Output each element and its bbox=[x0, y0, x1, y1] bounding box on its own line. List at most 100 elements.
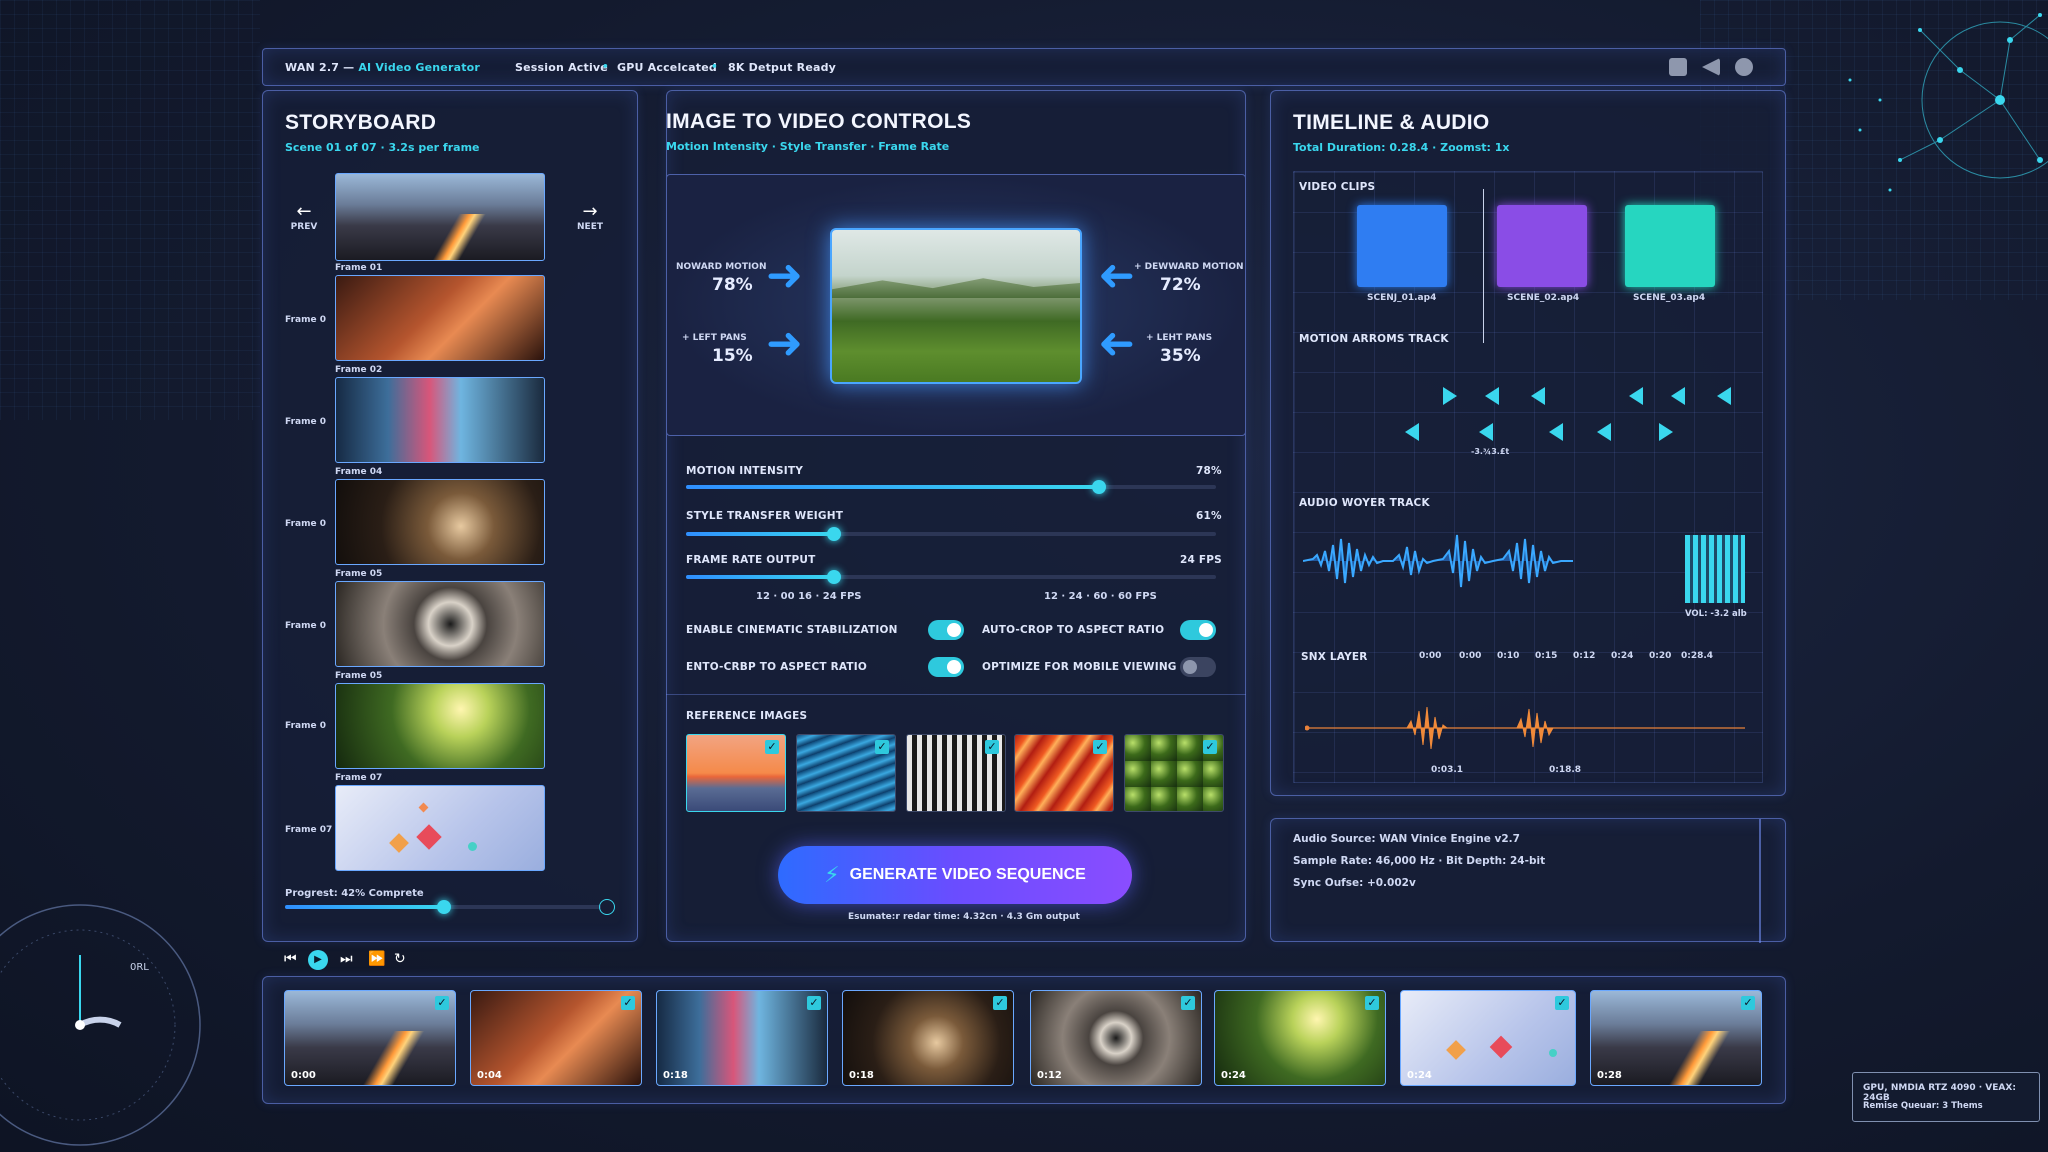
storyboard-frame-1[interactable] bbox=[335, 173, 545, 261]
prev-button[interactable]: ← PREV bbox=[289, 201, 319, 232]
filmstrip-frame-8[interactable]: ✓ 0:28 bbox=[1590, 990, 1762, 1086]
check-icon: ✓ bbox=[1741, 996, 1755, 1010]
motion-marker: -3.¾3.£t bbox=[1471, 447, 1510, 456]
toggle-stabilization-label: ENABLE CINEMATIC STABILIZATION bbox=[686, 624, 898, 636]
reference-image-bokeh[interactable]: ✓ bbox=[1124, 734, 1224, 812]
tick: 0:15 bbox=[1535, 651, 1558, 661]
filmstrip-frame-3[interactable]: ✓ 0:18 bbox=[656, 990, 828, 1086]
reference-image-water[interactable]: ✓ bbox=[796, 734, 896, 812]
motion-right-2-value: 35% bbox=[1160, 346, 1201, 366]
filmstrip-frame-1[interactable]: ✓ 0:00 bbox=[284, 990, 456, 1086]
storyboard-frame-3[interactable] bbox=[335, 377, 545, 463]
filmstrip-frame-5[interactable]: ✓ 0:12 bbox=[1030, 990, 1202, 1086]
loop-icon[interactable]: ↻ bbox=[394, 951, 406, 967]
motion-left-2-value: 15% bbox=[712, 346, 753, 366]
toggle-autocrop-label: AUTO-CROP TO ASPECT RATIO bbox=[982, 624, 1165, 636]
audio-source: Audio Source: WAN Vinice Engine v2.7 bbox=[1293, 833, 1520, 845]
clip-2[interactable] bbox=[1497, 205, 1587, 287]
fast-forward-icon[interactable]: ⏩ bbox=[368, 951, 385, 967]
play-button[interactable]: ▶ bbox=[308, 950, 328, 970]
reference-image-pattern[interactable]: ✓ bbox=[906, 734, 1006, 812]
next-button[interactable]: → NEET bbox=[575, 201, 605, 232]
storyboard-panel: STORYBOARD Scene 01 of 07 · 3.2s per fra… bbox=[262, 90, 638, 942]
playhead[interactable] bbox=[1483, 189, 1484, 343]
slider-motion-value: 78% bbox=[1196, 465, 1222, 477]
arrow-right-icon: → bbox=[582, 201, 598, 222]
timeline-title: TIMELINE & AUDIO bbox=[1293, 111, 1490, 134]
reference-image-abstract[interactable]: ✓ bbox=[1014, 734, 1114, 812]
gpu-status: GPU, NMDIA RTZ 4090 · VEAX: 24GB Remise … bbox=[1852, 1072, 2040, 1122]
motion-left-2-label: + LEFT PANS bbox=[682, 333, 747, 343]
network-graphic bbox=[1848, 13, 2048, 192]
audio-info-panel: Audio Source: WAN Vinice Engine v2.7 Sam… bbox=[1270, 818, 1786, 943]
rewind-icon[interactable]: ⏮ bbox=[284, 951, 297, 967]
check-icon: ✓ bbox=[1093, 740, 1107, 754]
divider bbox=[666, 694, 1246, 695]
generate-button[interactable]: ⚡ GENERATE VIDEO SEQUENCE bbox=[778, 846, 1132, 904]
slider-fps-label: FRAME RATE OUTPUT bbox=[686, 554, 816, 566]
estimate-text: Esumate:r redar time: 4.32cn · 4.3 Gm ou… bbox=[848, 912, 1080, 922]
preview-image[interactable] bbox=[830, 228, 1082, 384]
reference-image-sunset[interactable]: ✓ bbox=[686, 734, 786, 812]
check-icon: ✓ bbox=[621, 996, 635, 1010]
tick: 0:20 bbox=[1649, 651, 1672, 661]
step-forward-icon[interactable]: ⏭ bbox=[340, 951, 353, 967]
sfx-marker-1: 0:03.1 bbox=[1431, 765, 1464, 775]
arrow-right-icon: ➜ bbox=[766, 318, 803, 369]
window-icon[interactable] bbox=[1669, 58, 1687, 76]
storyboard-frame-4[interactable] bbox=[335, 479, 545, 565]
scrollbar[interactable] bbox=[1759, 819, 1761, 943]
check-icon: ✓ bbox=[993, 996, 1007, 1010]
audio-sample-rate: Sample Rate: 46,000 Hz · Bit Depth: 24-b… bbox=[1293, 855, 1546, 867]
storyboard-frame-6[interactable] bbox=[335, 683, 545, 769]
sfx-waveform bbox=[1305, 706, 1745, 750]
slider-fps-fill bbox=[686, 575, 835, 579]
toggle-entocrop[interactable] bbox=[928, 657, 964, 677]
status-session: Session Active bbox=[515, 61, 608, 74]
filmstrip-frame-6[interactable]: ✓ 0:24 bbox=[1214, 990, 1386, 1086]
check-icon: ✓ bbox=[875, 740, 889, 754]
compass-icon[interactable] bbox=[599, 899, 615, 915]
timeline-subtitle: Total Duration: 0.28.4 · Zoomst: 1x bbox=[1293, 141, 1510, 154]
filmstrip-frame-7[interactable]: ✓ 0:24 bbox=[1400, 990, 1576, 1086]
background-grid-left bbox=[0, 0, 260, 420]
slider-style-label: STYLE TRANSFER WEIGHT bbox=[686, 510, 844, 522]
toggle-mobile[interactable] bbox=[1180, 657, 1216, 677]
motion-track-label: MOTION ARROMS TRACK bbox=[1299, 333, 1449, 345]
toggle-autocrop[interactable] bbox=[1180, 620, 1216, 640]
motion-right-1-value: 72% bbox=[1160, 275, 1201, 295]
toggle-mobile-label: OPTIMIZE FOR MOBILE VIEWING bbox=[982, 661, 1177, 673]
top-bar: WAN 2.7 — AI Video Generator Session Act… bbox=[262, 48, 1786, 86]
filmstrip-frame-2[interactable]: ✓ 0:04 bbox=[470, 990, 642, 1086]
check-icon: ✓ bbox=[435, 996, 449, 1010]
app-title: WAN 2.7 — AI Video Generator bbox=[285, 61, 481, 74]
slider-motion-label: MOTION INTENSITY bbox=[686, 465, 804, 477]
storyboard-frame-7[interactable] bbox=[335, 785, 545, 871]
tick: 0:00 bbox=[1419, 651, 1442, 661]
check-icon: ✓ bbox=[985, 740, 999, 754]
motion-right-1-label: + DEWWARD MOTION bbox=[1134, 262, 1244, 272]
fps-scale-right: 12 · 24 · 60 · 60 FPS bbox=[1044, 591, 1157, 602]
progress-fill bbox=[285, 905, 445, 909]
storyboard-frame-2[interactable] bbox=[335, 275, 545, 361]
volume-label: VOL: -3.2 alb bbox=[1685, 609, 1747, 619]
arrow-left-icon: ➜ bbox=[1098, 318, 1135, 369]
check-icon: ✓ bbox=[807, 996, 821, 1010]
tick: 0:24 bbox=[1611, 651, 1634, 661]
frame-caption: Frame 01 bbox=[335, 263, 383, 273]
clip-3[interactable] bbox=[1625, 205, 1715, 287]
storyboard-frame-5[interactable] bbox=[335, 581, 545, 667]
motion-arrows-track bbox=[1405, 387, 1731, 441]
audio-waveform bbox=[1303, 534, 1573, 588]
share-icon[interactable] bbox=[1702, 58, 1720, 76]
settings-icon[interactable] bbox=[1735, 58, 1753, 76]
clip-1[interactable] bbox=[1357, 205, 1447, 287]
status-gpu: GPU Accelcated bbox=[617, 61, 717, 74]
slider-motion-fill bbox=[686, 485, 1100, 489]
status-output: 8K Detput Ready bbox=[728, 61, 837, 74]
toggle-stabilization[interactable] bbox=[928, 620, 964, 640]
progress-knob[interactable] bbox=[437, 900, 452, 914]
filmstrip-frame-4[interactable]: ✓ 0:18 bbox=[842, 990, 1014, 1086]
reference-images-title: REFERENCE IMAGES bbox=[686, 710, 808, 722]
motion-left-1-value: 78% bbox=[712, 275, 753, 295]
